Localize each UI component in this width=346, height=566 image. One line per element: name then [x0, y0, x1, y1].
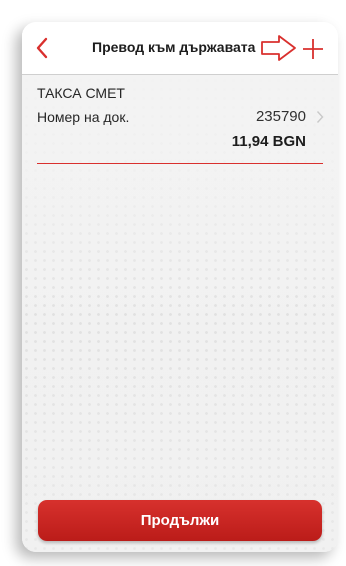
divider: [37, 163, 323, 164]
page-title: Превод към държавата: [92, 39, 256, 55]
doc-number-label: Номер на док.: [37, 109, 130, 125]
plus-icon: [303, 39, 323, 59]
arrow-right-outline-icon: [261, 35, 296, 61]
add-button[interactable]: [298, 34, 328, 64]
payment-amount: 11,94 BGN: [231, 133, 306, 150]
payment-name: ТАКСА СМЕТ: [37, 85, 125, 101]
chevron-left-icon: [36, 37, 48, 59]
chevron-right-icon: [316, 111, 324, 123]
continue-button[interactable]: Продължи: [38, 500, 322, 541]
back-button[interactable]: [28, 34, 56, 62]
continue-button-label: Продължи: [140, 512, 220, 529]
doc-number-value: 235790: [255, 108, 306, 125]
app-header: Превод към държавата: [22, 22, 338, 75]
screenshot-frame: Превод към държавата ТАКСА СМЕТ Номер на…: [0, 0, 346, 566]
phone-screen: Превод към държавата ТАКСА СМЕТ Номер на…: [22, 22, 338, 552]
